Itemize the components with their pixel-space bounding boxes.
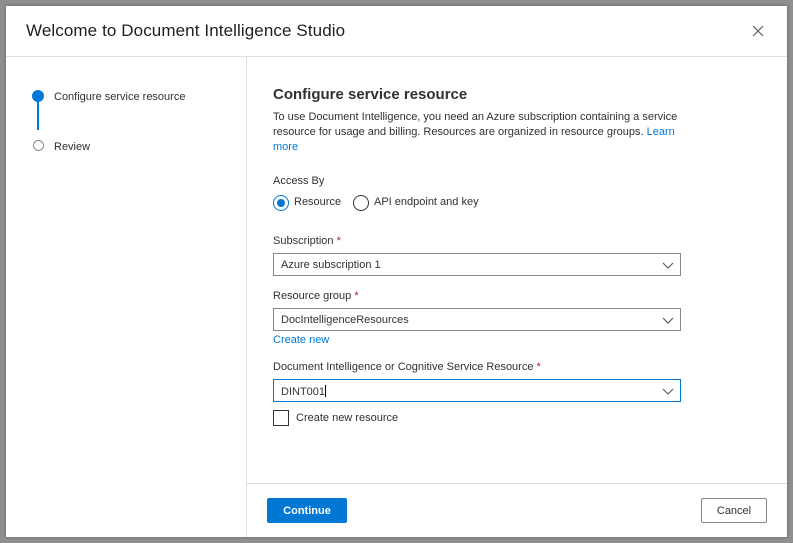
main-content: Configure service resource To use Docume…: [247, 57, 787, 483]
step-inactive-indicator: [33, 140, 44, 151]
step-active-indicator: [32, 90, 44, 102]
subscription-label: Subscription *: [273, 235, 341, 247]
radio-api-endpoint-label: API endpoint and key: [374, 196, 479, 208]
dialog-title: Welcome to Document Intelligence Studio: [26, 21, 346, 40]
subscription-value: Azure subscription 1: [281, 259, 381, 271]
radio-resource[interactable]: [273, 195, 289, 211]
resource-value: DINT001: [281, 385, 327, 398]
chevron-down-icon: [662, 388, 674, 395]
text-cursor: [325, 385, 327, 397]
radio-resource-label: Resource: [294, 196, 342, 208]
resource-value-text: DINT001: [281, 386, 326, 398]
subscription-label-text: Subscription: [273, 235, 334, 247]
dialog-footer: Continue Cancel: [247, 483, 787, 537]
create-new-resource-group-link[interactable]: Create new: [273, 334, 329, 346]
step-label: Review: [54, 141, 91, 153]
create-new-resource-checkbox[interactable]: [273, 410, 289, 426]
step-configure-service-resource[interactable]: Configure service resource: [6, 84, 246, 106]
resource-group-label-text: Resource group: [273, 290, 352, 302]
dialog-header: Welcome to Document Intelligence Studio: [6, 6, 787, 57]
step-review[interactable]: Review: [6, 134, 246, 156]
continue-button[interactable]: Continue: [267, 498, 347, 523]
close-icon: [752, 25, 764, 37]
resource-group-dropdown[interactable]: DocIntelligenceResources: [273, 308, 681, 331]
resource-label-text: Document Intelligence or Cognitive Servi…: [273, 361, 534, 373]
description-text: To use Document Intelligence, you need a…: [273, 111, 678, 138]
required-mark: *: [536, 361, 541, 373]
access-by-label: Access By: [273, 175, 325, 187]
required-mark: *: [354, 290, 359, 302]
section-title: Configure service resource: [273, 86, 468, 103]
chevron-down-icon: [662, 317, 674, 324]
cancel-button[interactable]: Cancel: [701, 498, 767, 523]
step-label: Configure service resource: [54, 91, 186, 103]
step-sidebar: Configure service resource Review: [6, 57, 247, 537]
chevron-down-icon: [662, 262, 674, 269]
subscription-dropdown[interactable]: Azure subscription 1: [273, 253, 681, 276]
radio-api-endpoint-and-key[interactable]: [353, 195, 369, 211]
resource-label: Document Intelligence or Cognitive Servi…: [273, 361, 541, 373]
section-description: To use Document Intelligence, you need a…: [273, 110, 685, 155]
required-mark: *: [336, 235, 341, 247]
step-connector: [37, 102, 39, 130]
resource-group-label: Resource group *: [273, 290, 359, 302]
resource-combobox[interactable]: DINT001: [273, 379, 681, 402]
resource-group-value: DocIntelligenceResources: [281, 314, 409, 326]
welcome-dialog: Welcome to Document Intelligence Studio …: [6, 6, 787, 537]
close-button[interactable]: [749, 22, 767, 40]
create-new-resource-label: Create new resource: [296, 412, 399, 424]
